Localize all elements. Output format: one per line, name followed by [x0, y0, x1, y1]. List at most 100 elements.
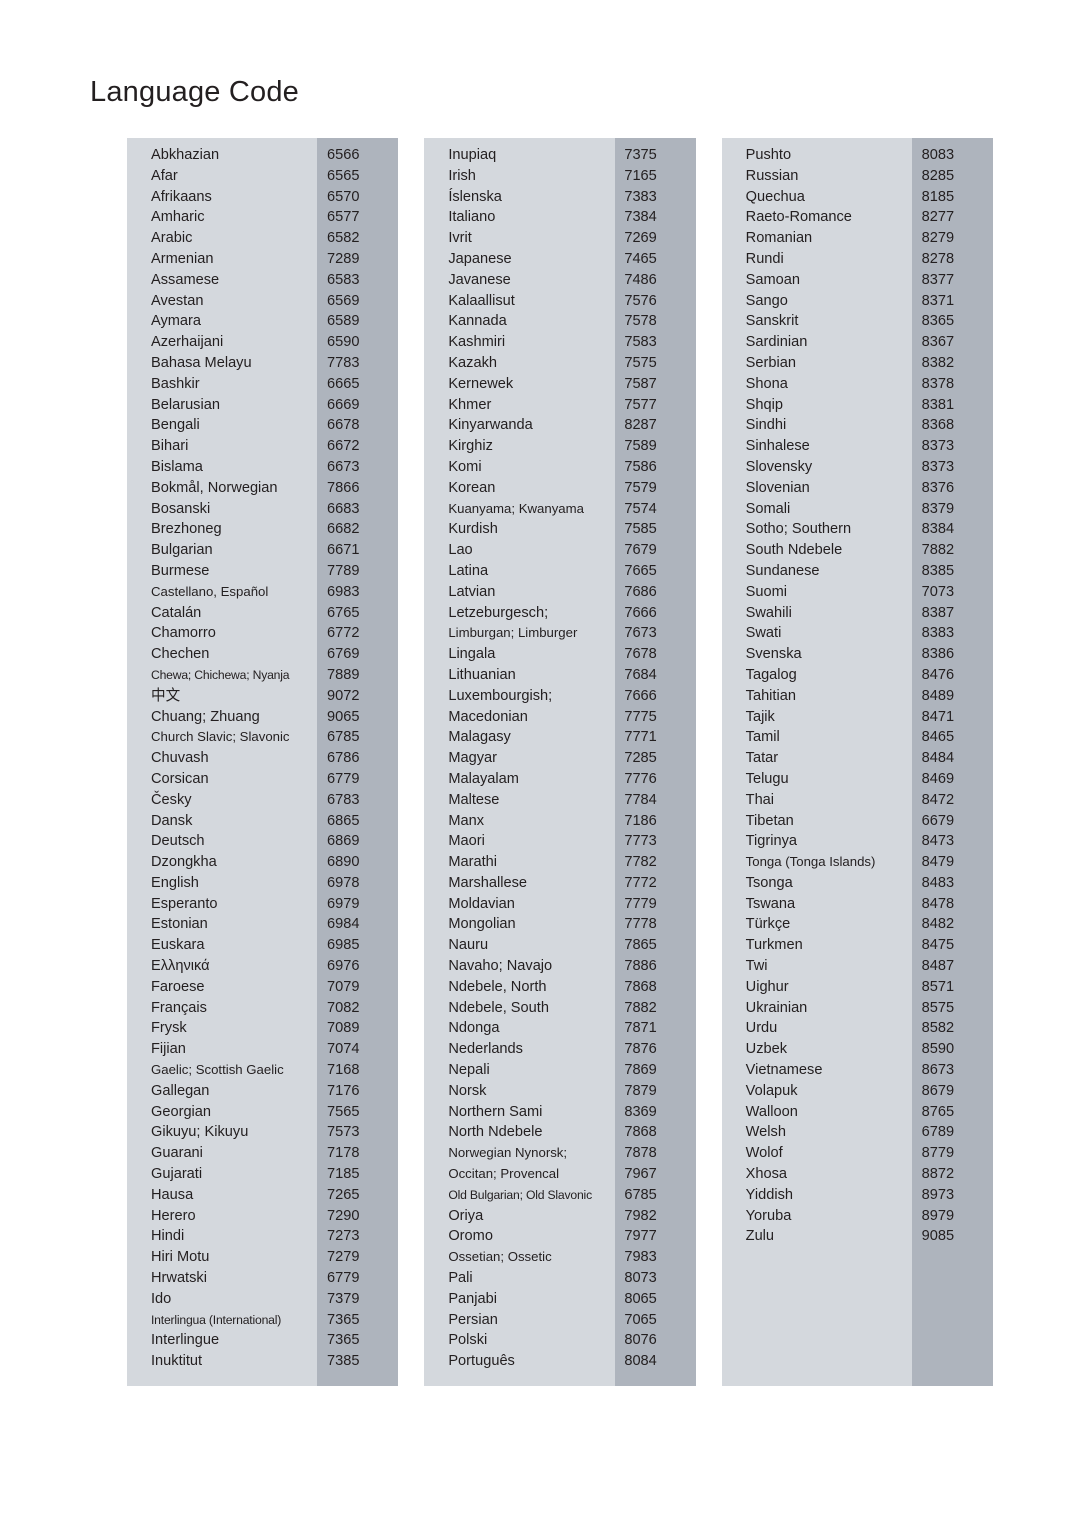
table-row: Tibetan 6679 — [722, 811, 993, 832]
language-code: 8472 — [921, 791, 955, 808]
language-name: Polski — [448, 1332, 488, 1349]
language-name: Aymara — [151, 313, 202, 330]
language-code: 8376 — [921, 479, 955, 496]
language-name: Lingala — [448, 646, 496, 663]
table-row: Turkmen 8475 — [722, 935, 993, 956]
table-row: Volapuk 8679 — [722, 1081, 993, 1102]
document-page: Language Code Abkhazian 6566 Afar 6565 Afrik… — [0, 0, 1080, 1527]
language-name: Oriya — [448, 1207, 484, 1224]
language-name: Slovenian — [745, 479, 810, 496]
table-row: Twi 8487 — [722, 956, 993, 977]
language-code: 6779 — [327, 1270, 360, 1287]
language-code: 8083 — [921, 147, 955, 163]
table-row: Sinhalese 8373 — [722, 436, 993, 457]
language-code: 7165 — [624, 167, 657, 184]
language-code: 7686 — [624, 583, 657, 600]
table-row: Luxembourgish; 7666 — [424, 686, 695, 707]
table-row: Tajik 8471 — [722, 707, 993, 728]
language-name: 中文 — [151, 686, 181, 704]
language-name: Türkçe — [745, 916, 791, 933]
language-name: Slovensky — [745, 458, 813, 475]
language-name: Korean — [448, 479, 496, 496]
language-code: 7665 — [624, 562, 657, 579]
language-name: Maltese — [448, 791, 500, 808]
table-row: Occitan; Provencal 7967 — [424, 1164, 695, 1185]
language-name: Íslenska — [448, 188, 502, 205]
language-name: Bulgarian — [151, 542, 213, 559]
language-name: Kirghiz — [448, 438, 493, 455]
language-code: 8377 — [921, 271, 955, 288]
table-row: Welsh 6789 — [722, 1122, 993, 1143]
language-code: 6590 — [327, 334, 360, 351]
language-name: Bashkir — [151, 375, 200, 392]
language-code: 7573 — [327, 1124, 360, 1141]
language-code: 8367 — [921, 334, 955, 351]
language-name: Quechua — [745, 188, 805, 205]
language-code: 6683 — [327, 500, 360, 517]
language-name: Armenian — [151, 250, 214, 267]
language-code: 8779 — [921, 1145, 955, 1162]
language-code: 6566 — [327, 147, 360, 163]
language-name: Javanese — [448, 271, 511, 288]
language-name: Ελληνικά — [151, 958, 210, 975]
language-code: 8487 — [921, 958, 955, 975]
table-row: Sango 8371 — [722, 291, 993, 312]
language-name: Manx — [448, 812, 485, 829]
language-code: 7784 — [624, 791, 657, 808]
language-name: Luxembourgish; — [448, 687, 553, 704]
language-name: Esperanto — [151, 895, 218, 912]
table-row: Gikuyu; Kikuyu 7573 — [127, 1122, 398, 1143]
language-name: Romanian — [745, 230, 813, 247]
language-code: 7576 — [624, 292, 657, 309]
language-code: 7983 — [624, 1249, 657, 1266]
table-row: Kuanyama; Kwanyama 7574 — [424, 499, 695, 520]
language-code: 8473 — [921, 833, 955, 850]
table-row: Northern Sami 8369 — [424, 1102, 695, 1123]
table-row: Azerhaijani 6590 — [127, 332, 398, 353]
language-name: Brezhoneg — [151, 521, 222, 538]
language-code: 8483 — [921, 874, 955, 891]
language-name: Sinhalese — [745, 438, 810, 455]
table-row: Quechua 8185 — [722, 187, 993, 208]
table-row: Sanskrit 8365 — [722, 311, 993, 332]
language-code: 7868 — [624, 1124, 657, 1141]
table-row: Moldavian 7779 — [424, 894, 695, 915]
language-code: 7578 — [624, 313, 657, 330]
table-row: Afar 6565 — [127, 166, 398, 187]
language-name: Herero — [151, 1207, 196, 1224]
language-name: Nauru — [448, 937, 489, 954]
language-code: 6582 — [327, 230, 360, 247]
table-row: Estonian 6984 — [127, 914, 398, 935]
language-name: Nepali — [448, 1062, 490, 1079]
language-code-rows: Inupiaq 7375 Irish 7165 Íslenska 7383 Italiano… — [424, 145, 695, 1372]
language-code: 7074 — [327, 1041, 360, 1058]
table-row: Bashkir 6665 — [127, 374, 398, 395]
table-row: 中文 9072 — [127, 686, 398, 707]
language-code: 7565 — [327, 1103, 360, 1120]
language-name: Azerhaijani — [151, 334, 224, 351]
language-name: Tamil — [745, 729, 780, 746]
language-code: 8765 — [921, 1103, 955, 1120]
language-code-column: Abkhazian 6566 Afar 6565 Afrikaans 6570 Amhari… — [127, 138, 399, 1386]
table-row: Kernewek 7587 — [424, 374, 695, 395]
table-row: Maori 7773 — [424, 831, 695, 852]
table-row: Deutsch 6869 — [127, 831, 398, 852]
language-name: Burmese — [151, 562, 210, 579]
language-code: 6577 — [327, 209, 360, 226]
language-code: 8384 — [921, 521, 955, 538]
language-name: Letzeburgesch; — [448, 604, 549, 621]
table-row: Wolof 8779 — [722, 1143, 993, 1164]
table-row: Magyar 7285 — [424, 748, 695, 769]
language-code: 8872 — [921, 1166, 955, 1183]
table-row: Zulu 9085 — [722, 1226, 993, 1247]
language-name: Tonga (Tonga Islands) — [745, 854, 876, 870]
language-code: 7871 — [624, 1020, 657, 1037]
table-row: Pali 8073 — [424, 1268, 695, 1289]
table-row: Thai 8472 — [722, 790, 993, 811]
language-name: Samoan — [745, 271, 801, 288]
table-row: Macedonian 7775 — [424, 707, 695, 728]
language-name: Suomi — [745, 583, 788, 600]
language-code: 7285 — [624, 750, 657, 767]
language-code: 7587 — [624, 375, 657, 392]
table-row: Afrikaans 6570 — [127, 187, 398, 208]
